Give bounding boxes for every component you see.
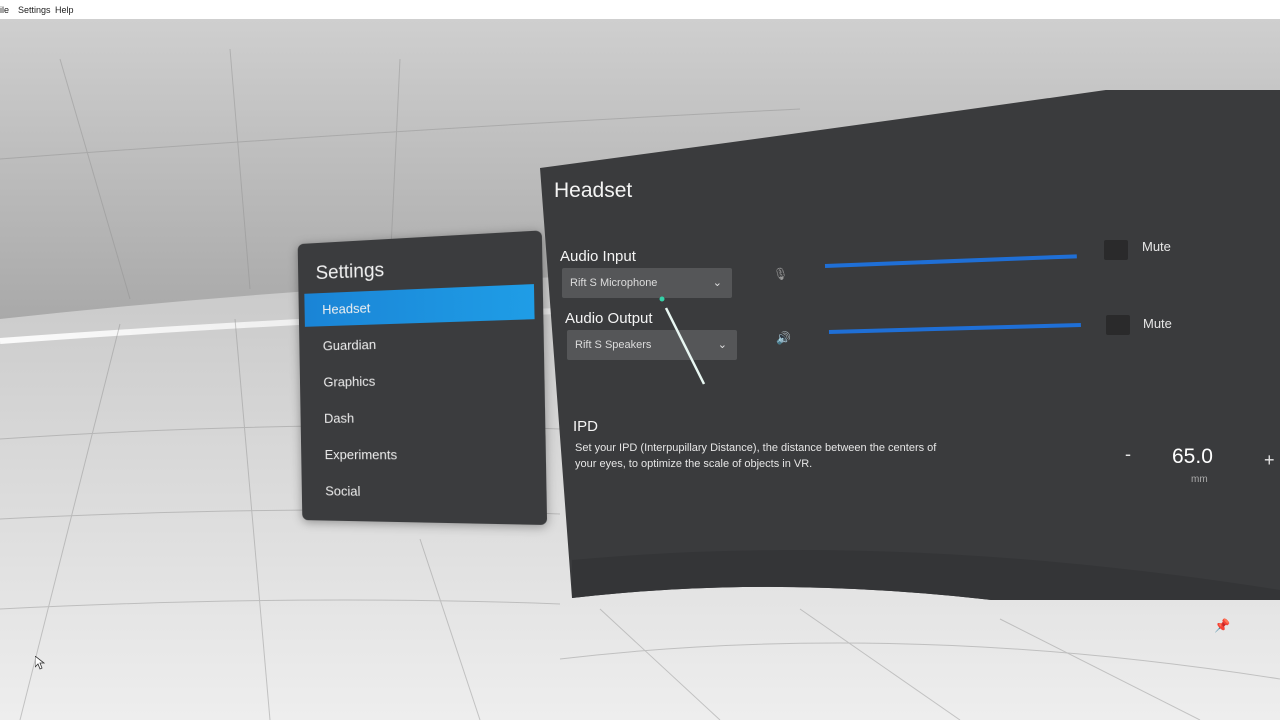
audio-output-label: Audio Output bbox=[565, 310, 653, 327]
audio-input-device: Rift S Microphone bbox=[570, 277, 657, 289]
audio-output-dropdown[interactable]: Rift S Speakers ⌄ bbox=[567, 330, 737, 360]
controller-pointer-ray bbox=[658, 294, 708, 386]
menu-item-graphics[interactable]: Graphics bbox=[306, 361, 536, 399]
pin-icon[interactable]: 📌 bbox=[1214, 618, 1230, 634]
ipd-unit: mm bbox=[1191, 474, 1208, 485]
menu-item-social[interactable]: Social bbox=[307, 474, 538, 511]
ipd-decrement-button[interactable]: - bbox=[1125, 444, 1131, 465]
ipd-description: Set your IPD (Interpupillary Distance), … bbox=[575, 440, 955, 472]
chevron-down-icon: ⌄ bbox=[718, 330, 727, 360]
headset-panel: Headset Audio Input Rift S Microphone ⌄ … bbox=[540, 90, 1280, 600]
microphone-icon: 🎙 bbox=[773, 267, 788, 281]
menu-item-guardian[interactable]: Guardian bbox=[305, 322, 535, 362]
menu-item-headset[interactable]: Headset bbox=[304, 284, 534, 327]
menu-item-experiments[interactable]: Experiments bbox=[307, 437, 538, 472]
audio-output-device: Rift S Speakers bbox=[575, 339, 651, 351]
audio-input-mute-checkbox[interactable] bbox=[1104, 240, 1128, 260]
menu-help[interactable]: Help bbox=[55, 5, 74, 15]
window-menubar: ile Settings Help bbox=[0, 0, 1280, 20]
settings-menu-panel: Settings Headset Guardian Graphics Dash … bbox=[298, 230, 547, 525]
menu-item-dash[interactable]: Dash bbox=[306, 399, 536, 435]
mouse-cursor-icon bbox=[35, 656, 45, 670]
audio-output-mute-checkbox[interactable] bbox=[1106, 315, 1130, 335]
settings-menu-title: Settings bbox=[316, 260, 385, 286]
chevron-down-icon: ⌄ bbox=[713, 268, 722, 298]
ipd-value: 65.0 bbox=[1172, 445, 1213, 469]
ipd-increment-button[interactable]: + bbox=[1264, 450, 1275, 471]
audio-output-mute-label: Mute bbox=[1143, 316, 1172, 331]
menu-file[interactable]: ile bbox=[0, 5, 9, 15]
audio-input-mute-label: Mute bbox=[1142, 239, 1171, 254]
menu-settings[interactable]: Settings bbox=[18, 5, 51, 15]
headset-title: Headset bbox=[554, 179, 632, 203]
speaker-icon: 🔊 bbox=[776, 331, 791, 345]
audio-input-label: Audio Input bbox=[560, 248, 636, 265]
ipd-title: IPD bbox=[573, 418, 598, 435]
